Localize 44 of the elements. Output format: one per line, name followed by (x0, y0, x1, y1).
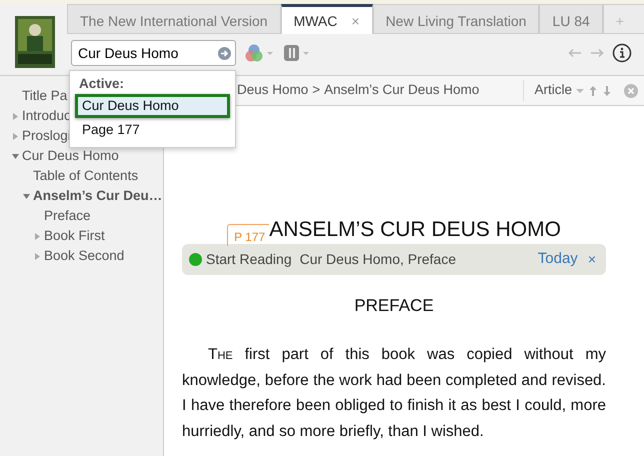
sidebar-item[interactable]: Book Second (44, 246, 124, 266)
info-icon[interactable] (612, 43, 632, 63)
caret-icon[interactable] (34, 232, 41, 240)
up-arrow-icon[interactable] (588, 84, 598, 96)
breadcrumb-separator: > (312, 81, 320, 100)
sidebar-item[interactable]: Cur Deus Homo (22, 146, 119, 166)
caret-icon[interactable] (12, 112, 19, 120)
tab[interactable]: LU 84 (539, 4, 603, 33)
caret-icon[interactable] (34, 252, 41, 260)
document-title: ANSELM’S CUR DEUS HOMO (269, 217, 561, 243)
date-link[interactable]: Today (538, 248, 578, 270)
dropdown-item[interactable]: Page 177 (75, 118, 230, 142)
down-arrow-icon[interactable] (602, 84, 612, 96)
dropdown-item[interactable]: Cur Deus Homo (75, 94, 230, 118)
caret-icon[interactable] (23, 192, 30, 200)
sidebar-item[interactable]: Table of Contents (33, 166, 138, 186)
tab[interactable]: New Living Translation (372, 4, 540, 33)
sidebar-item[interactable]: Introduc (22, 106, 71, 126)
tab[interactable]: The New International Version (67, 4, 281, 33)
back-icon[interactable] (568, 48, 582, 58)
reading-label: Start Reading (206, 250, 292, 269)
panel-icon[interactable] (282, 43, 310, 63)
forward-icon[interactable] (590, 48, 604, 58)
sidebar-item[interactable]: Title Pa (22, 86, 68, 106)
reading-text: Cur Deus Homo, Preface (300, 250, 456, 268)
sidebar-item[interactable]: Anselm’s Cur Deu… (33, 186, 162, 206)
section-heading: PREFACE (353, 294, 435, 316)
tab[interactable]: MWAC × (280, 4, 373, 34)
paragraph: The first part of this book was copied without my knowledge, before the work had been completed and revised. I have therefore been obliged to finish it as best I could, more hurriedly, and so more briefly, than I wished. (182, 345, 606, 442)
sidebar-item[interactable]: Preface (44, 206, 91, 226)
book-cover-icon[interactable] (15, 16, 55, 68)
close-icon[interactable]: × (588, 248, 596, 270)
breadcrumb-item[interactable]: Anselm’s Cur Deus Homo (324, 80, 480, 101)
breadcrumb-item[interactable]: Deus Homo (237, 80, 308, 101)
sidebar-item[interactable]: Book First (44, 226, 105, 246)
highlight-icon[interactable] (244, 43, 274, 63)
dropdown-heading: Active: (78, 75, 126, 93)
close-icon[interactable] (624, 84, 638, 98)
caret-icon[interactable] (12, 152, 19, 160)
caret-icon[interactable] (12, 132, 19, 140)
search-field[interactable]: Cur Deus Homo (71, 40, 236, 66)
view-menu[interactable]: Article (523, 80, 572, 101)
go-icon[interactable] (218, 47, 231, 60)
caret-icon[interactable] (576, 88, 584, 94)
